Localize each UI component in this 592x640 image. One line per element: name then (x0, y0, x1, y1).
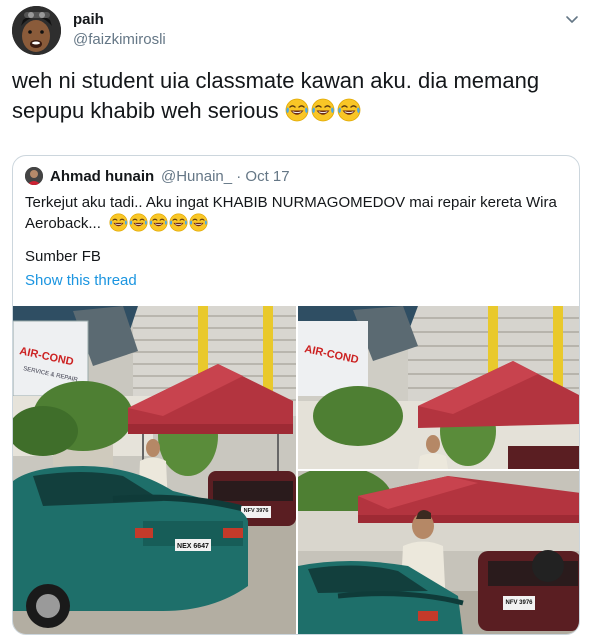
avatar[interactable] (12, 6, 61, 55)
show-thread-link[interactable]: Show this thread (25, 272, 137, 289)
quoted-handle-date[interactable]: @Hunain_ · Oct 17 (161, 168, 290, 185)
plate-text: NEX 6647 (177, 543, 209, 550)
face-with-tears-of-joy-icon (169, 213, 188, 232)
quoted-text: Terkejut aku tadi.. Aku ingat KHABIB NUR… (25, 193, 570, 234)
face-with-tears-of-joy-icon (109, 213, 128, 232)
photo-1[interactable]: AIR-COND SERVICE & REPAIR NFV 3976 NEX 6… (13, 306, 296, 634)
face-with-tears-of-joy-icon (149, 213, 168, 232)
face-with-tears-of-joy-icon (129, 213, 148, 232)
photo-3[interactable]: NFV 3976 (298, 471, 579, 634)
quoted-text-line: Terkejut aku tadi.. Aku ingat KHABIB NUR… (25, 194, 557, 211)
quoted-avatar[interactable] (25, 167, 43, 185)
plate-text: NFV 3976 (505, 600, 533, 606)
tweet-text-line: weh ni student uia classmate kawan aku. … (12, 68, 540, 93)
quoted-display-name[interactable]: Ahmad hunain (50, 168, 154, 185)
face-with-tears-of-joy-icon (189, 213, 208, 232)
media-grid: AIR-COND SERVICE & REPAIR NFV 3976 NEX 6… (13, 306, 579, 634)
display-name[interactable]: paih (73, 11, 104, 28)
tweet-text-line-2: sepupu khabib weh serious (12, 98, 279, 123)
face-with-tears-of-joy-icon (285, 98, 309, 122)
tweet-card[interactable]: paih @faizkimirosli weh ni student uia c… (0, 0, 592, 640)
quoted-tweet[interactable]: Ahmad hunain @Hunain_ · Oct 17 Terkejut … (12, 155, 580, 635)
quoted-text-line: Aeroback... (25, 213, 570, 234)
handle[interactable]: @faizkimirosli (73, 31, 166, 48)
plate-text: NFV 3976 (244, 508, 269, 514)
face-with-tears-of-joy-icon (311, 98, 335, 122)
tweet-text-line: sepupu khabib weh serious (12, 96, 580, 126)
quoted-text-line-2: Aeroback... (25, 215, 101, 232)
face-with-tears-of-joy-icon (337, 98, 361, 122)
tweet-text: weh ni student uia classmate kawan aku. … (12, 66, 580, 126)
chevron-down-icon[interactable] (562, 10, 582, 30)
quoted-source: Sumber FB (25, 248, 101, 265)
photo-2[interactable]: AIR-COND (298, 306, 579, 469)
